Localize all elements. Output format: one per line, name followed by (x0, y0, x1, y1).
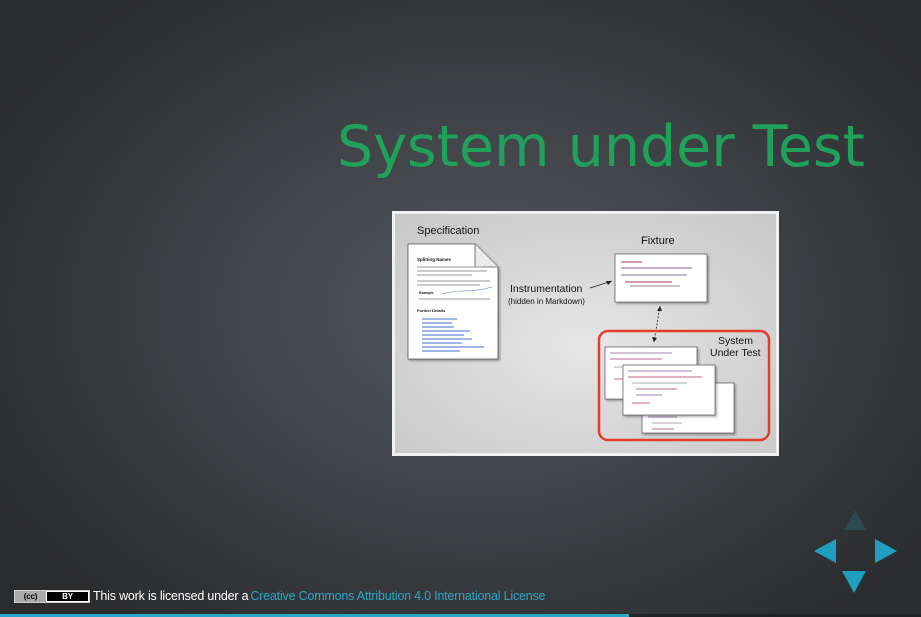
system-under-test-diagram: Specification Splitting Names Example Fu… (392, 211, 779, 456)
doc-further-label: Further Details (417, 308, 446, 313)
instrumentation-label: Instrumentation (510, 283, 583, 295)
cc-badge-right: BY (47, 591, 88, 601)
slide-navigation (812, 508, 898, 594)
license-footer: (cc) BY This work is licensed under a Cr… (14, 588, 546, 604)
doc-example-label: Example (419, 291, 433, 295)
nav-left-arrow-icon[interactable] (814, 539, 836, 563)
nav-down-arrow-icon[interactable] (842, 571, 866, 593)
sut-code-sheet-front (622, 364, 716, 416)
diagram-svg: Specification Splitting Names Example Fu… (392, 211, 779, 456)
fixture-code-sheet (614, 253, 708, 303)
fixture-label: Fixture (641, 235, 675, 247)
license-text: This work is licensed under a (93, 589, 249, 603)
cc-by-badge[interactable]: (cc) BY (14, 589, 90, 603)
sut-label-line2: Under Test (710, 347, 761, 359)
nav-right-arrow-icon[interactable] (875, 539, 897, 563)
slide-title: System under Test (337, 114, 865, 180)
cc-badge-left: (cc) (15, 590, 46, 602)
license-link[interactable]: Creative Commons Attribution 4.0 Interna… (250, 589, 545, 603)
specification-label: Specification (417, 225, 479, 237)
sut-label-line1: System (718, 335, 753, 347)
instrumentation-sublabel: (hidden in Markdown) (508, 297, 585, 306)
doc-heading: Splitting Names (417, 257, 452, 262)
nav-up-arrow-icon[interactable] (844, 510, 866, 530)
